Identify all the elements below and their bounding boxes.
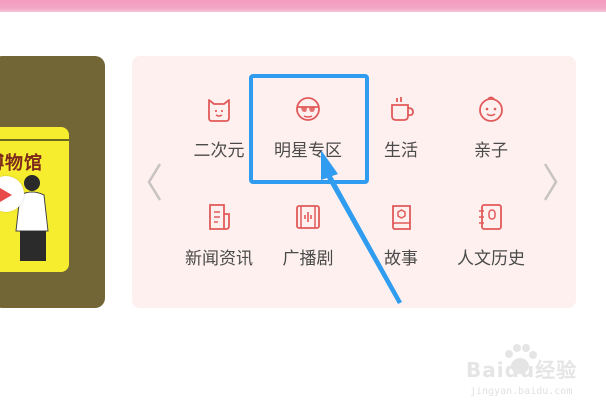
cover-title: 博物馆 [0, 153, 43, 174]
baby-face-icon [479, 96, 503, 122]
notebook-icon [479, 204, 502, 230]
chevron-left-icon[interactable] [144, 160, 164, 204]
category-news[interactable]: 新闻资讯 [174, 202, 264, 269]
watermark: Baidu经验 jingyan.baidu.com [466, 342, 596, 402]
news-doc-icon [209, 204, 230, 230]
category-label: 亲子 [474, 141, 508, 161]
cup-icon [391, 97, 414, 121]
book-icon [392, 205, 411, 230]
category-story[interactable]: 故事 [356, 202, 446, 269]
anime-cat-icon [208, 99, 230, 122]
cover-stripe [0, 139, 69, 141]
watermark-brand: Baidu经验 [466, 358, 578, 382]
category-label: 故事 [384, 249, 418, 269]
category-label: 人文历史 [457, 249, 525, 269]
category-celebrity[interactable]: 明星专区 [263, 94, 353, 161]
category-life[interactable]: 生活 [356, 94, 446, 161]
chevron-right-icon[interactable] [541, 160, 561, 204]
category-label: 新闻资讯 [185, 249, 253, 269]
star-sunglasses-icon [296, 97, 320, 121]
banner-card[interactable]: 博物馆 [0, 56, 105, 308]
film-audio-icon [296, 205, 320, 229]
top-pink-bar [0, 0, 606, 12]
category-label: 广播剧 [282, 249, 334, 269]
play-icon [0, 188, 12, 202]
category-family[interactable]: 亲子 [446, 94, 536, 161]
watermark-url: jingyan.baidu.com [470, 386, 573, 397]
category-label: 二次元 [193, 141, 245, 161]
category-anime[interactable]: 二次元 [174, 94, 264, 161]
category-label: 生活 [384, 141, 418, 161]
category-history[interactable]: 人文历史 [446, 202, 536, 269]
category-label: 明星专区 [274, 141, 342, 161]
category-radio-drama[interactable]: 广播剧 [263, 202, 353, 269]
